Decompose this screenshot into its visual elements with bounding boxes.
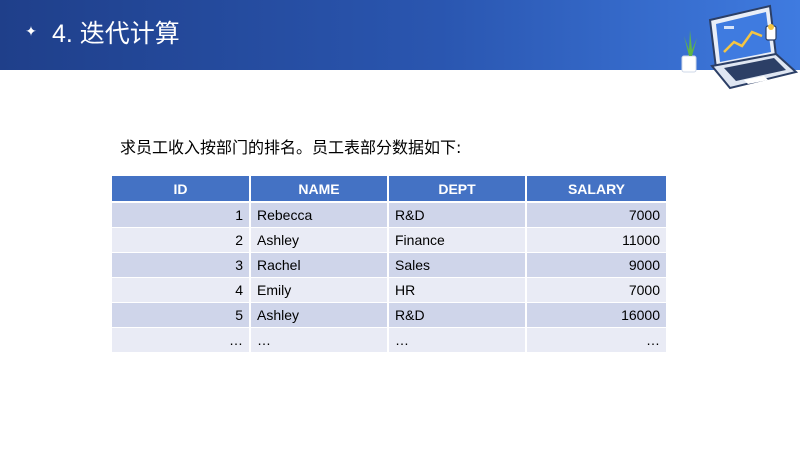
cell-name: Emily [250,277,389,303]
laptop-illustration-icon [681,4,799,90]
cell-dept: Sales [388,252,527,278]
cell-id: 1 [112,202,251,228]
cell-salary: 9000 [526,252,666,278]
intro-text: 求员工收入按部门的排名。员工表部分数据如下: [120,138,462,157]
cell-dept: HR [388,277,527,303]
cell-dept: … [388,327,527,353]
column-header-name: NAME [250,176,389,203]
cell-name: Ashley [250,227,389,253]
cell-salary: 7000 [526,202,666,228]
slide-title: 4. 迭代计算 [52,20,180,48]
column-header-id: ID [112,176,251,203]
cell-salary: 11000 [526,227,666,253]
table-row: 1 Rebecca R&D 7000 [112,202,666,228]
column-header-dept: DEPT [388,176,527,203]
cell-id: … [112,327,251,353]
slide: ✦ 4. 迭代计算 求员工收入按部门的排名。员工表部分数据如下: ID NAME… [0,0,800,450]
cell-dept: R&D [388,302,527,328]
cell-name: Rachel [250,252,389,278]
cell-id: 4 [112,277,251,303]
table-row: 2 Ashley Finance 11000 [112,227,666,253]
employee-table: ID NAME DEPT SALARY 1 Rebecca R&D 7000 2… [112,176,666,353]
cell-name: … [250,327,389,353]
table-row: 3 Rachel Sales 9000 [112,252,666,278]
star-bullet-icon: ✦ [25,23,37,39]
cell-id: 3 [112,252,251,278]
cell-name: Rebecca [250,202,389,228]
table-row: … … … … [112,327,666,353]
table-row: 5 Ashley R&D 16000 [112,302,666,328]
cell-salary: 7000 [526,277,666,303]
cell-id: 2 [112,227,251,253]
column-header-salary: SALARY [526,176,666,203]
cell-name: Ashley [250,302,389,328]
cell-salary: … [526,327,666,353]
table-row: 4 Emily HR 7000 [112,277,666,303]
cell-salary: 16000 [526,302,666,328]
table-header-row: ID NAME DEPT SALARY [112,176,666,203]
cell-dept: Finance [388,227,527,253]
cell-dept: R&D [388,202,527,228]
cell-id: 5 [112,302,251,328]
